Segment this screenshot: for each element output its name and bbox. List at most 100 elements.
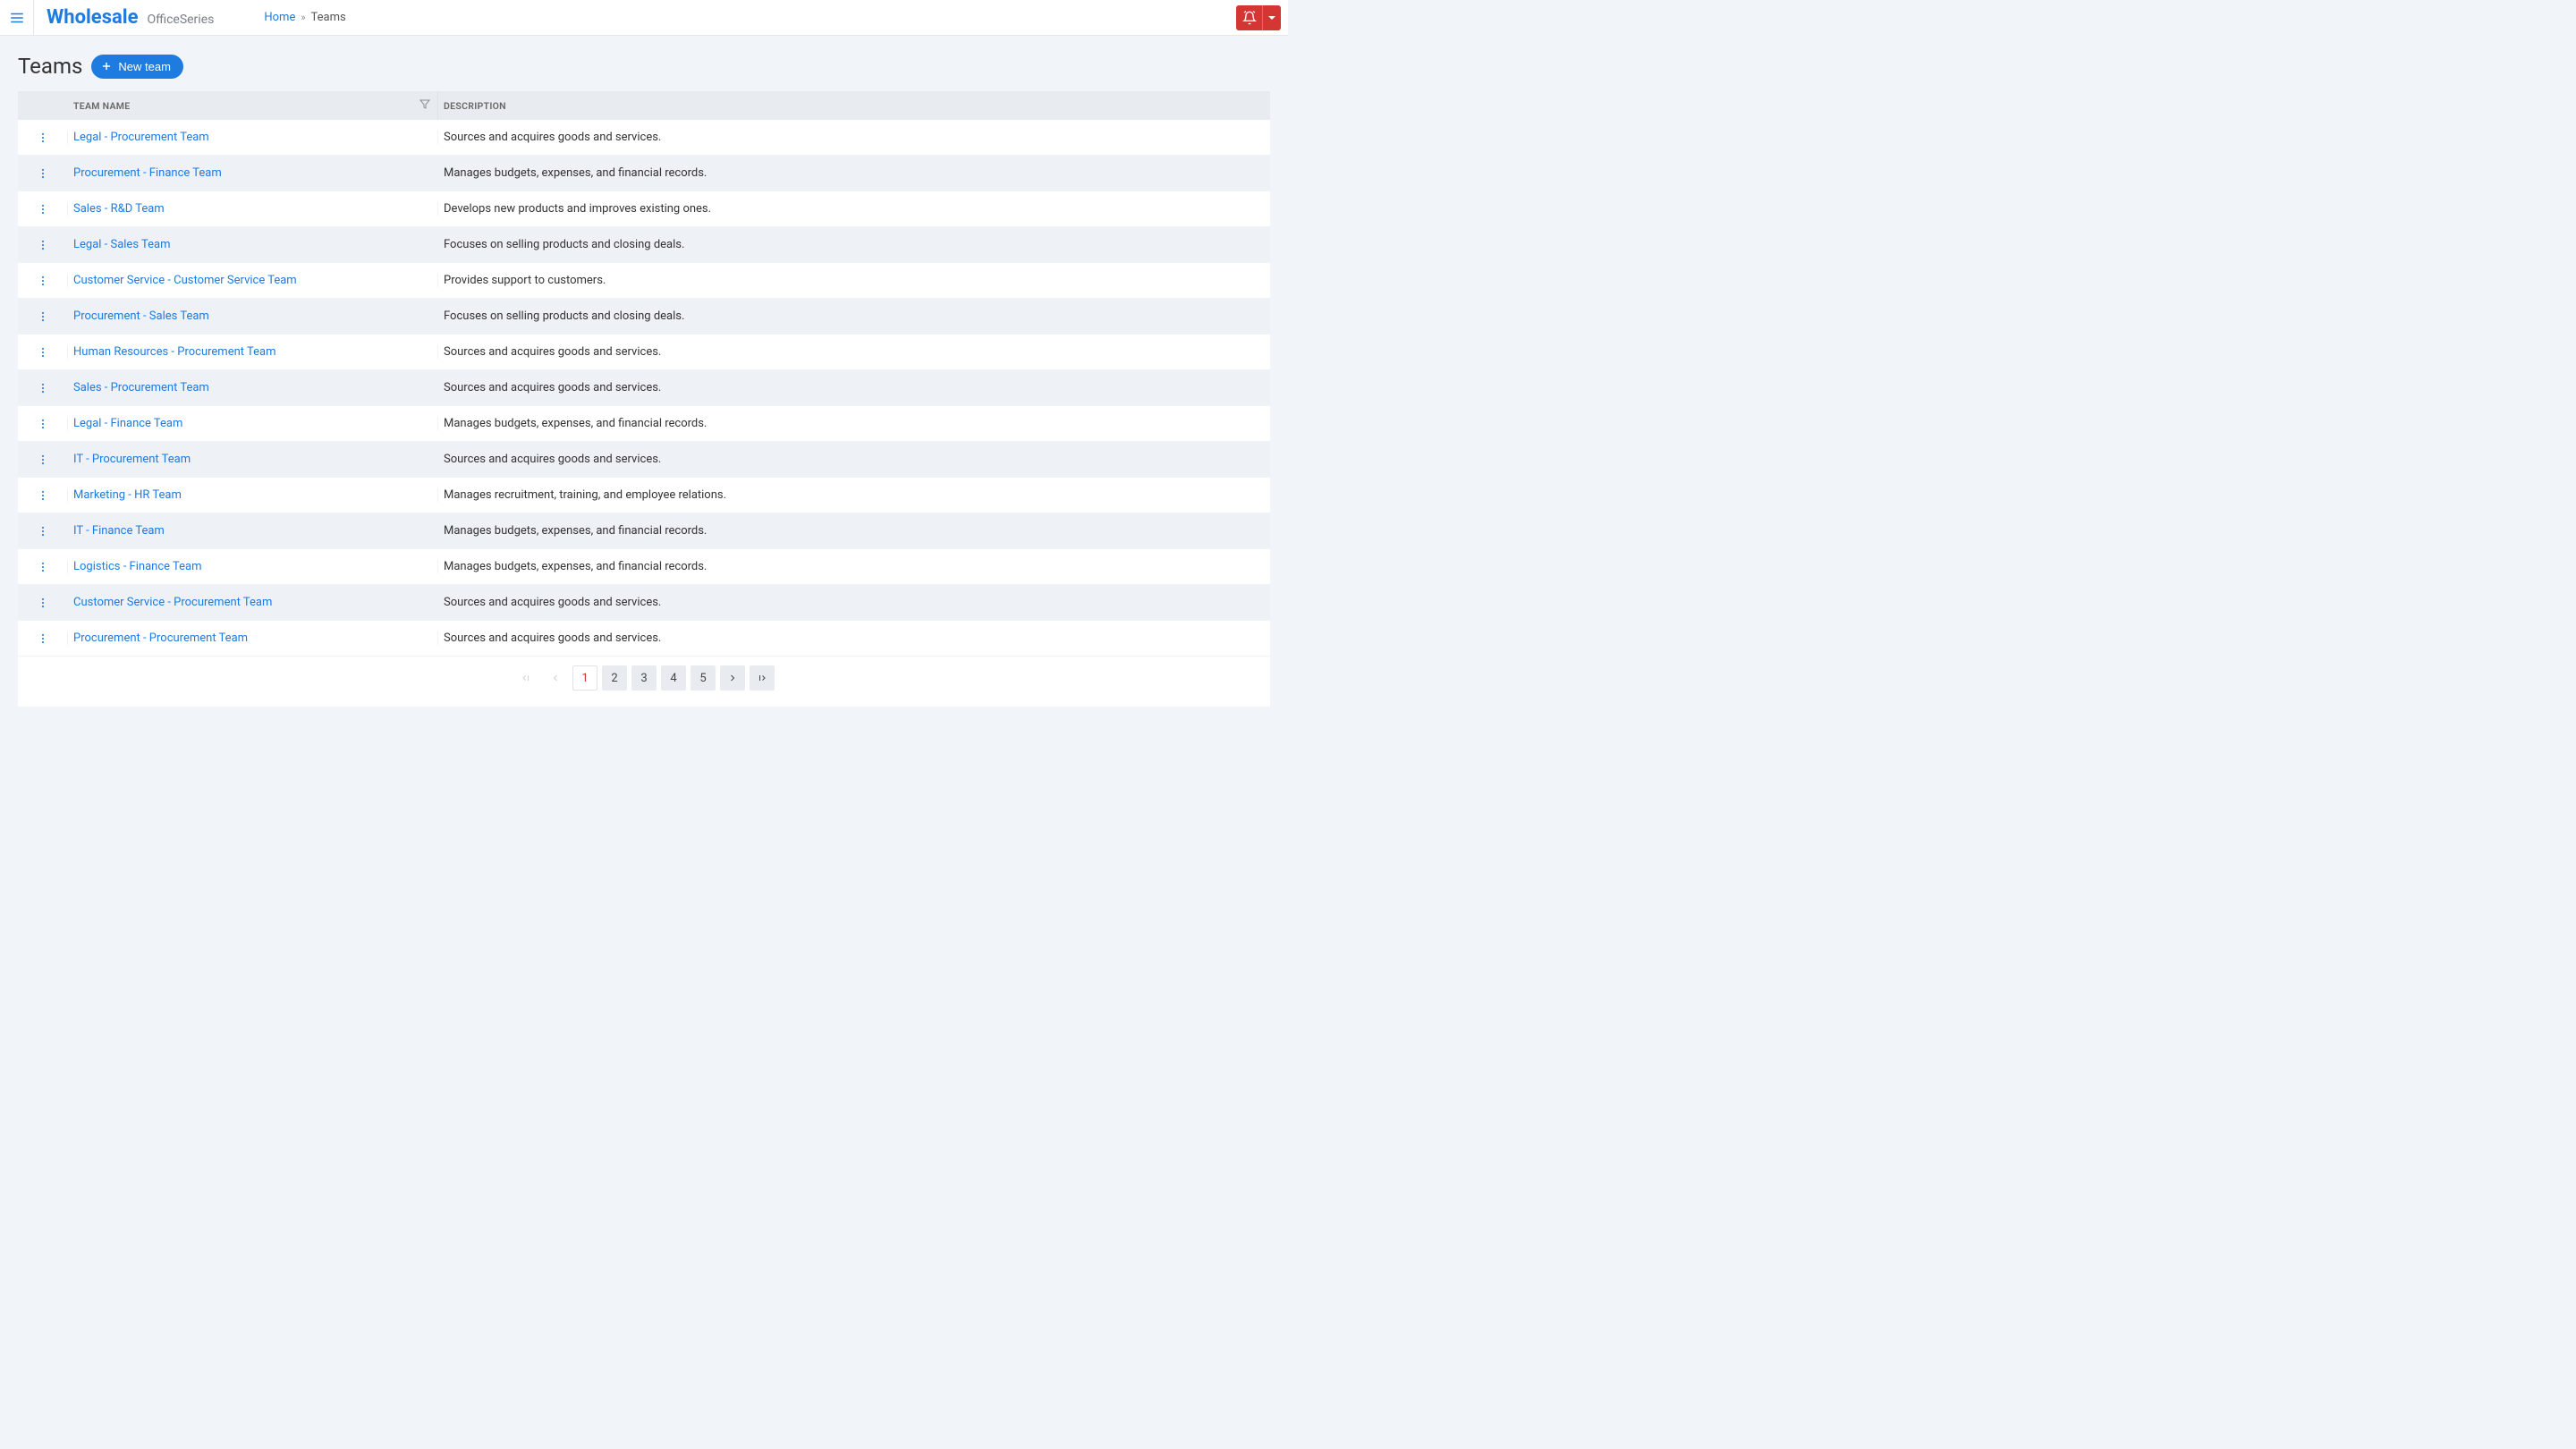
table-row: Procurement - Finance Team Manages budget… bbox=[18, 156, 1270, 191]
table-body: Legal - Procurement Team Sources and acqu… bbox=[18, 120, 1270, 657]
chevron-left-icon bbox=[550, 673, 561, 683]
notifications-button[interactable] bbox=[1236, 5, 1263, 30]
page-prev-button[interactable] bbox=[543, 665, 568, 691]
row-actions-button[interactable] bbox=[18, 203, 68, 216]
page-number-button[interactable]: 1 bbox=[572, 665, 597, 691]
row-description-cell: Sources and acquires goods and services. bbox=[438, 345, 1270, 359]
row-name-cell: Sales - R&D Team bbox=[68, 202, 438, 216]
page-number-button[interactable]: 3 bbox=[631, 665, 657, 691]
team-link[interactable]: IT - Finance Team bbox=[73, 524, 165, 538]
page-number-button[interactable]: 4 bbox=[661, 665, 686, 691]
row-name-cell: Marketing - HR Team bbox=[68, 488, 438, 502]
row-name-cell: Legal - Sales Team bbox=[68, 238, 438, 251]
plus-icon bbox=[100, 60, 113, 72]
row-description-cell: Manages recruitment, training, and emplo… bbox=[438, 488, 1270, 502]
row-actions-button[interactable] bbox=[18, 131, 68, 144]
row-name-cell: Customer Service - Customer Service Team bbox=[68, 274, 438, 287]
user-menu-dropdown[interactable] bbox=[1263, 5, 1281, 30]
team-link[interactable]: Customer Service - Procurement Team bbox=[73, 596, 272, 609]
team-link[interactable]: Procurement - Procurement Team bbox=[73, 631, 248, 645]
row-name-cell: Logistics - Finance Team bbox=[68, 560, 438, 573]
row-name-cell: Sales - Procurement Team bbox=[68, 381, 438, 394]
topbar: Wholesale OfficeSeries Home » Teams bbox=[0, 0, 1288, 36]
row-actions-button[interactable] bbox=[18, 239, 68, 251]
page-last-button[interactable] bbox=[750, 665, 775, 691]
table-row: Customer Service - Procurement TeamSourc… bbox=[18, 585, 1270, 621]
row-name-cell: IT - Procurement Team bbox=[68, 453, 438, 466]
chevron-first-icon bbox=[521, 673, 531, 683]
chevron-last-icon bbox=[757, 673, 767, 683]
row-description-cell: Manages budgets, expenses, and financial… bbox=[438, 417, 1270, 430]
team-link[interactable]: Sales - R&D Team bbox=[73, 202, 165, 216]
team-link[interactable]: Legal - Finance Team bbox=[73, 417, 182, 430]
page-first-button[interactable] bbox=[513, 665, 538, 691]
team-link[interactable]: Marketing - HR Team bbox=[73, 488, 182, 502]
filter-name-button[interactable] bbox=[419, 99, 430, 113]
column-header-actions bbox=[18, 91, 68, 120]
row-description-cell: Manages budgets, expenses, and financial… bbox=[438, 166, 1270, 180]
team-link[interactable]: Procurement - Sales Team bbox=[73, 309, 209, 323]
breadcrumb-home-link[interactable]: Home bbox=[264, 11, 295, 24]
pagination: 12345 bbox=[18, 657, 1270, 707]
table-row: Legal - Procurement Team Sources and acqu… bbox=[18, 120, 1270, 156]
team-link[interactable]: Logistics - Finance Team bbox=[73, 560, 202, 573]
team-link[interactable]: Customer Service - Customer Service Team bbox=[73, 274, 297, 287]
menu-toggle-button[interactable] bbox=[0, 0, 34, 36]
caret-down-icon bbox=[1267, 13, 1276, 22]
row-actions-button[interactable] bbox=[18, 418, 68, 430]
column-header-name[interactable]: TEAM NAME bbox=[68, 91, 438, 120]
row-actions-button[interactable] bbox=[18, 167, 68, 180]
table-row: IT - Finance TeamManages budgets, expens… bbox=[18, 513, 1270, 549]
row-actions-button[interactable] bbox=[18, 382, 68, 394]
brand-sub: OfficeSeries bbox=[147, 13, 214, 27]
breadcrumb-current: Teams bbox=[311, 11, 346, 24]
row-actions-button[interactable] bbox=[18, 525, 68, 538]
team-link[interactable]: Human Resources - Procurement Team bbox=[73, 345, 275, 359]
row-name-cell: Procurement - Procurement Team bbox=[68, 631, 438, 645]
page-number-button[interactable]: 2 bbox=[602, 665, 627, 691]
team-link[interactable]: Sales - Procurement Team bbox=[73, 381, 209, 394]
team-link[interactable]: Legal - Sales Team bbox=[73, 238, 171, 251]
bell-icon bbox=[1242, 11, 1257, 25]
row-actions-button[interactable] bbox=[18, 489, 68, 502]
chevron-right-icon bbox=[727, 673, 738, 683]
team-link[interactable]: IT - Procurement Team bbox=[73, 453, 191, 466]
breadcrumb-separator: » bbox=[301, 12, 305, 23]
breadcrumb: Home » Teams bbox=[226, 11, 345, 24]
table-row: Logistics - Finance Team Manages budgets,… bbox=[18, 549, 1270, 585]
row-actions-button[interactable] bbox=[18, 632, 68, 645]
table-row: Customer Service - Customer Service Team… bbox=[18, 263, 1270, 299]
row-description-cell: Sources and acquires goods and services. bbox=[438, 131, 1270, 144]
row-description-cell: Provides support to customers. bbox=[438, 274, 1270, 287]
row-name-cell: Procurement - Sales Team bbox=[68, 309, 438, 323]
table-row: Sales - R&D TeamDevelops new products an… bbox=[18, 191, 1270, 227]
page-number-button[interactable]: 5 bbox=[691, 665, 716, 691]
row-actions-button[interactable] bbox=[18, 310, 68, 323]
page-title: Teams bbox=[18, 54, 82, 79]
row-actions-button[interactable] bbox=[18, 275, 68, 287]
row-actions-button[interactable] bbox=[18, 346, 68, 359]
new-team-button-label: New team bbox=[118, 60, 171, 73]
team-link[interactable]: Procurement - Finance Team bbox=[73, 166, 222, 180]
row-actions-button[interactable] bbox=[18, 597, 68, 609]
table-row: Sales - Procurement Team Sources and acqu… bbox=[18, 370, 1270, 406]
page-header: Teams New team bbox=[0, 36, 1288, 91]
team-link[interactable]: Legal - Procurement Team bbox=[73, 131, 209, 144]
new-team-button[interactable]: New team bbox=[91, 55, 183, 79]
row-name-cell: Legal - Procurement Team bbox=[68, 131, 438, 144]
row-actions-button[interactable] bbox=[18, 453, 68, 466]
page-next-button[interactable] bbox=[720, 665, 745, 691]
table-row: IT - Procurement Team Sources and acquire… bbox=[18, 442, 1270, 478]
table-row: Legal - Finance Team Manages budgets, exp… bbox=[18, 406, 1270, 442]
table-row: Procurement - Sales TeamFocuses on selli… bbox=[18, 299, 1270, 335]
brand: Wholesale OfficeSeries bbox=[34, 6, 226, 29]
row-description-cell: Sources and acquires goods and services. bbox=[438, 453, 1270, 466]
row-description-cell: Focuses on selling products and closing … bbox=[438, 238, 1270, 251]
table-row: Legal - Sales Team Focuses on selling pro… bbox=[18, 227, 1270, 263]
row-description-cell: Manages budgets, expenses, and financial… bbox=[438, 560, 1270, 573]
column-header-description[interactable]: DESCRIPTION bbox=[438, 91, 1270, 120]
row-actions-button[interactable] bbox=[18, 561, 68, 573]
brand-main[interactable]: Wholesale bbox=[47, 6, 138, 29]
row-description-cell: Sources and acquires goods and services. bbox=[438, 381, 1270, 394]
topbar-right bbox=[1236, 5, 1281, 30]
